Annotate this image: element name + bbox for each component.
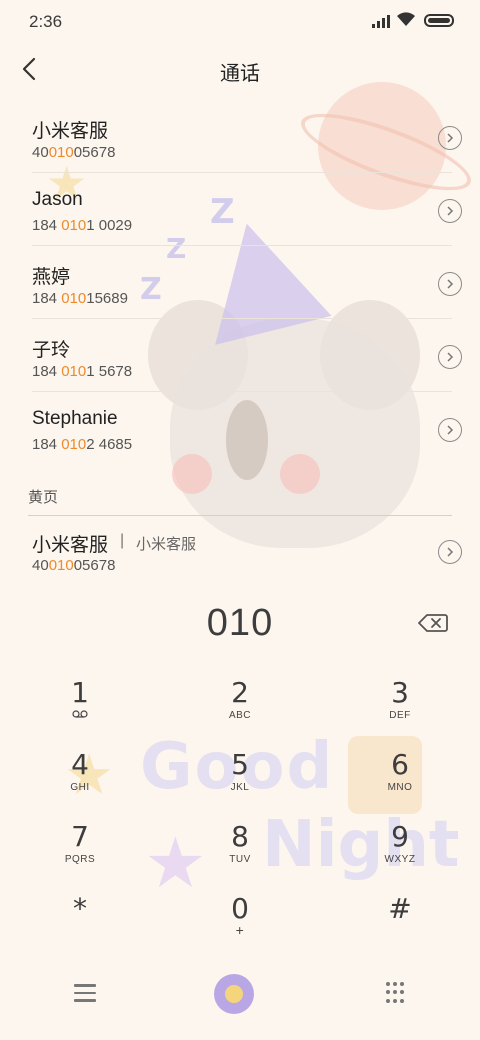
key-hash[interactable]: # [340,884,460,954]
contact-number: 184 01015689 [32,290,128,307]
key-8[interactable]: 8 TUV [180,812,300,882]
key-9[interactable]: 9 WXYZ [340,812,460,882]
key-4[interactable]: 4 GHI [20,740,140,810]
yellow-pages-section-label: 黄页 [28,489,59,506]
status-bar: 2:36 [0,0,480,44]
contact-name: Stephanie [32,408,118,429]
contact-detail-arrow-icon[interactable] [438,126,462,150]
key-3[interactable]: 3 DEF [340,668,460,738]
bottom-bar [0,962,480,1040]
number-match-highlight: 010 [48,144,74,161]
number-match-highlight: 010 [48,557,74,574]
contact-detail-arrow-icon[interactable] [438,199,462,223]
yellow-pages-number: 4001005678 [32,557,116,574]
contact-result-row[interactable]: Stephanie 184 0102 4685 [0,392,480,465]
contact-detail-arrow-icon[interactable] [438,345,462,369]
top-header: 通话 [0,44,480,96]
dial-keypad: 1 2 ABC 3 DEF 4 GHI 5 JKL 6 MNO 7 PQRS 8… [0,668,480,958]
contact-name: Jason [32,189,83,210]
number-match-highlight: 010 [61,363,87,380]
yellow-pages-name: 小米客服 [32,535,109,556]
contact-name: 子玲 [32,340,71,361]
yellow-pages-subtitle: 小米客服 [136,536,197,553]
key-7[interactable]: 7 PQRS [20,812,140,882]
contact-result-row[interactable]: Jason 184 0101 0029 [0,173,480,246]
call-button-star-icon [225,985,243,1003]
page-title: 通话 [220,63,260,85]
contact-number: 184 0101 5678 [32,363,133,380]
number-match-highlight: 010 [61,290,87,307]
yellow-pages-row[interactable]: 小米客服 | 小米客服 4001005678 [0,516,480,586]
yellow-pages-detail-arrow-icon[interactable] [438,540,462,564]
keypad-toggle-icon[interactable] [386,982,404,1004]
key-5[interactable]: 5 JKL [180,740,300,810]
wifi-icon [397,12,415,26]
key-6[interactable]: 6 MNO [340,740,460,810]
number-match-highlight: 010 [61,436,87,453]
call-button[interactable] [214,974,254,1014]
contact-number: 4001005678 [32,144,116,161]
name-separator: | [120,532,125,549]
number-match-highlight: 010 [61,217,87,234]
contact-number: 184 0101 0029 [32,217,133,234]
key-0[interactable]: 0 + [180,884,300,954]
contact-name: 小米客服 [32,121,109,142]
backspace-icon[interactable] [418,613,448,633]
contact-number: 184 0102 4685 [32,436,133,453]
key-star[interactable]: * [20,884,140,954]
contact-detail-arrow-icon[interactable] [438,272,462,296]
contact-detail-arrow-icon[interactable] [438,418,462,442]
signal-icon [372,14,390,28]
menu-icon[interactable] [74,984,96,1002]
key-2[interactable]: 2 ABC [180,668,300,738]
dialed-number: 010 [206,602,274,644]
voicemail-icon [72,710,88,718]
search-results-list: 小米客服 4001005678 Jason 184 0101 0029 燕婷 1… [0,100,480,465]
contact-name: 燕婷 [32,267,71,288]
status-time: 2:36 [29,12,63,31]
contact-result-row[interactable]: 子玲 184 0101 5678 [0,319,480,392]
key-1[interactable]: 1 [20,668,140,738]
contact-result-row[interactable]: 燕婷 184 01015689 [0,246,480,319]
contact-result-row[interactable]: 小米客服 4001005678 [0,100,480,173]
battery-icon [424,14,454,27]
dial-display: 010 [0,580,480,664]
